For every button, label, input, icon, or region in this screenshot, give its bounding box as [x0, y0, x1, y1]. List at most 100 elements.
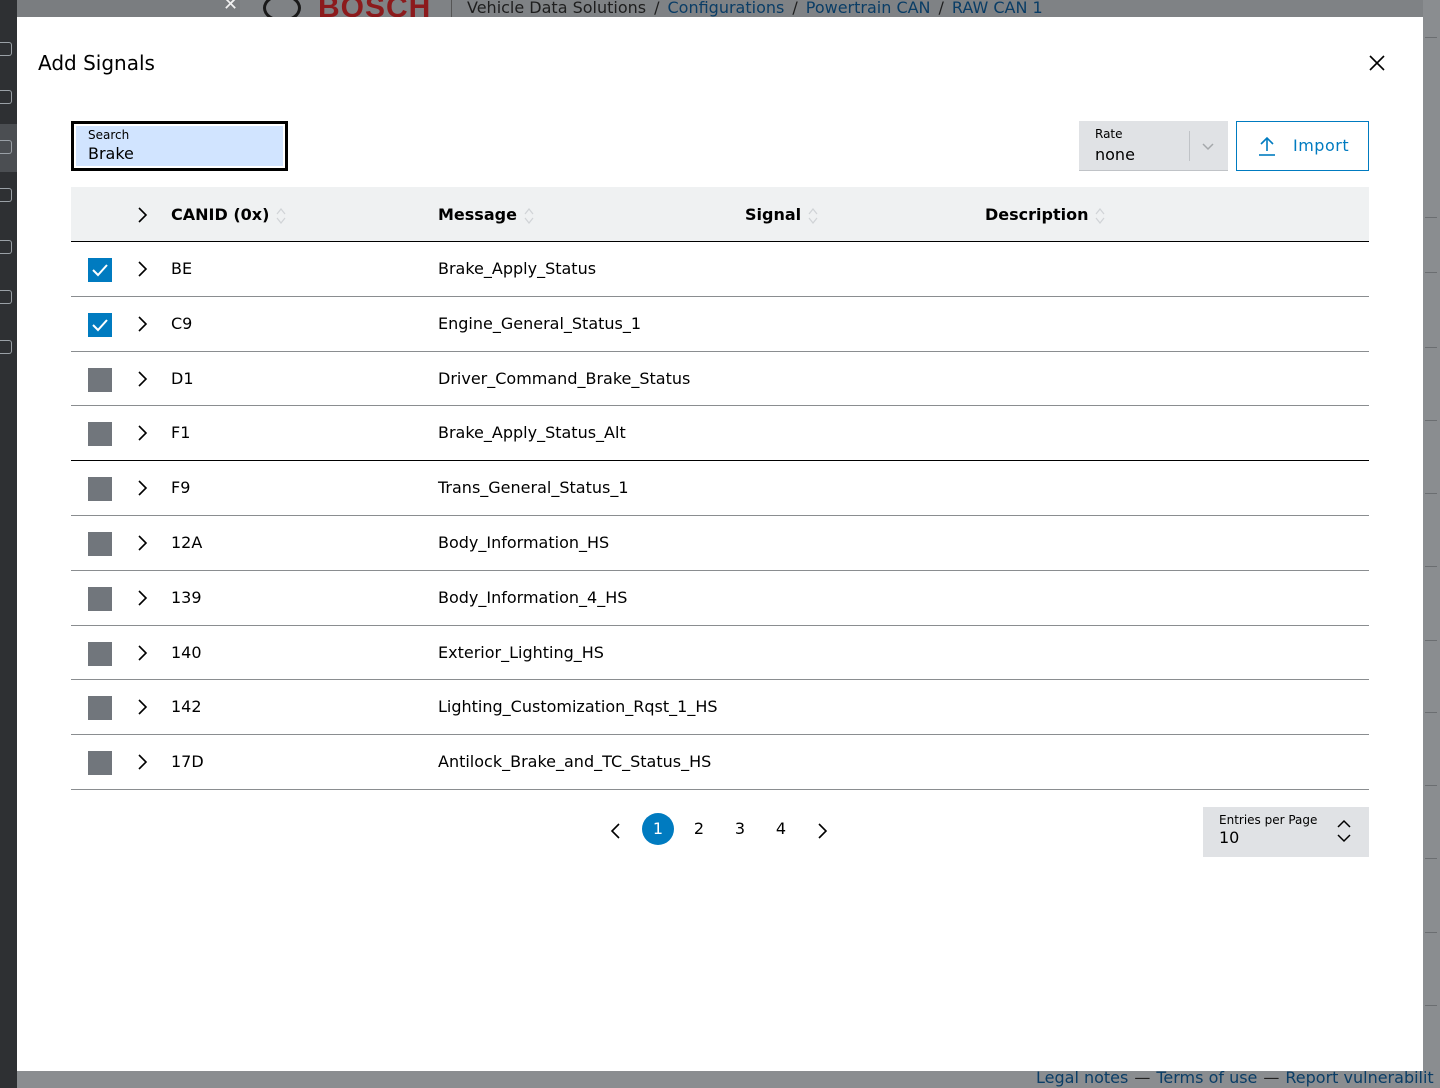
cell-message: Exterior_Lighting_HS	[438, 642, 604, 662]
table-row[interactable]: BE Brake_Apply_Status	[71, 242, 1369, 297]
cell-canid: 142	[171, 697, 202, 717]
cell-message: Engine_General_Status_1	[438, 313, 642, 333]
background-top-left: ✕	[17, 0, 240, 17]
cell-message: Driver_Command_Brake_Status	[438, 368, 691, 388]
column-header-canid[interactable]: CANID (0x)	[171, 205, 287, 226]
import-label: Import	[1293, 136, 1350, 155]
table-row[interactable]: F1 Brake_Apply_Status_Alt	[71, 406, 1369, 462]
chevron-right-icon[interactable]	[134, 644, 150, 662]
chevron-right-icon[interactable]	[134, 370, 150, 388]
chevron-right-icon[interactable]	[134, 698, 150, 716]
column-header-signal[interactable]: Signal	[745, 205, 819, 226]
checkbox-unchecked[interactable]	[88, 422, 112, 447]
rate-dropdown[interactable]: Rate none	[1079, 121, 1228, 171]
expand-all-chevron-right-icon[interactable]	[134, 206, 150, 224]
sort-icon	[524, 207, 534, 224]
checkbox-unchecked[interactable]	[88, 531, 112, 556]
cell-message: Body_Information_HS	[438, 532, 610, 552]
sort-icon	[808, 207, 818, 224]
close-icon: ✕	[223, 0, 239, 15]
cell-canid: F1	[171, 423, 191, 443]
cell-canid: 17D	[171, 752, 204, 772]
sort-icon	[276, 207, 286, 224]
page-button-2[interactable]: 2	[683, 813, 715, 845]
upload-icon	[1259, 136, 1275, 156]
cell-canid: BE	[171, 259, 193, 278]
chevron-right-icon[interactable]	[134, 424, 150, 442]
search-label: Search	[88, 128, 130, 142]
cell-canid: 12A	[171, 532, 203, 552]
close-icon[interactable]	[1363, 49, 1391, 77]
table-row[interactable]: 142 Lighting_Customization_Rqst_1_HS	[71, 680, 1369, 736]
background-right-edge	[1423, 0, 1440, 1088]
breadcrumb-link-raw-can[interactable]: RAW CAN 1	[952, 0, 1043, 17]
table-row[interactable]: 139 Body_Information_4_HS	[71, 570, 1369, 626]
search-field[interactable]: Search	[71, 121, 288, 171]
checkbox-checked[interactable]	[88, 312, 112, 337]
cell-message: Body_Information_4_HS	[438, 587, 628, 607]
checkbox-checked[interactable]	[88, 258, 112, 282]
car-icon	[0, 290, 12, 304]
page-button-1[interactable]: 1	[642, 813, 674, 845]
rate-value: none	[1095, 145, 1135, 164]
table-row[interactable]: F9 Trans_General_Status_1	[71, 461, 1369, 516]
checkmark-icon	[92, 319, 108, 332]
chevron-right-icon[interactable]	[134, 589, 150, 607]
breadcrumb: Vehicle Data Solutions / Configurations / Po…	[467, 0, 1043, 17]
breadcrumb-root: Vehicle Data Solutions	[467, 0, 647, 17]
cell-message: Brake_Apply_Status	[438, 259, 597, 278]
chevron-right-icon[interactable]	[813, 821, 831, 841]
search-input[interactable]	[88, 144, 268, 163]
cell-canid: F9	[171, 478, 191, 498]
cell-message: Lighting_Customization_Rqst_1_HS	[438, 697, 718, 717]
table-row[interactable]: D1 Driver_Command_Brake_Status	[71, 351, 1369, 407]
cell-canid: 140	[171, 642, 202, 662]
chevron-right-icon[interactable]	[134, 479, 150, 497]
background-sidebar	[0, 0, 17, 1088]
chevron-down-icon	[1202, 143, 1214, 151]
table-row[interactable]: 17D Antilock_Brake_and_TC_Status_HS	[71, 735, 1369, 790]
cell-canid: 139	[171, 587, 202, 607]
rate-label: Rate	[1095, 127, 1123, 141]
device-icon	[0, 240, 12, 254]
checkbox-unchecked[interactable]	[88, 367, 112, 392]
cell-message: Brake_Apply_Status_Alt	[438, 423, 626, 443]
checkbox-unchecked[interactable]	[88, 586, 112, 611]
chevron-left-icon[interactable]	[607, 821, 625, 841]
cell-canid: D1	[171, 368, 194, 388]
table-body: BE Brake_Apply_Status C9 Engine_General_Sta…	[71, 242, 1369, 790]
chevron-up-down-icon	[1337, 819, 1351, 843]
cell-message: Trans_General_Status_1	[438, 478, 629, 498]
breadcrumb-link-powertrain-can[interactable]: Powertrain CAN	[806, 0, 931, 17]
chevron-right-icon[interactable]	[134, 534, 150, 552]
table-row[interactable]: C9 Engine_General_Status_1	[71, 296, 1369, 352]
table-header: CANID (0x) Message Signal Description	[71, 187, 1369, 242]
entries-per-page-label: Entries per Page	[1219, 813, 1318, 827]
entries-per-page-select[interactable]: Entries per Page 10	[1203, 807, 1369, 857]
breadcrumb-link-configurations[interactable]: Configurations	[668, 0, 785, 17]
checkbox-unchecked[interactable]	[88, 751, 112, 776]
report-icon	[0, 340, 12, 354]
checkbox-unchecked[interactable]	[88, 641, 112, 666]
checkbox-unchecked[interactable]	[88, 477, 112, 502]
chevron-right-icon[interactable]	[134, 260, 150, 278]
chevron-right-icon[interactable]	[134, 753, 150, 771]
pen-icon	[0, 42, 12, 56]
lightning-icon	[0, 188, 12, 202]
import-button[interactable]: Import	[1236, 121, 1369, 171]
chart-icon	[0, 90, 12, 104]
column-header-message[interactable]: Message	[438, 205, 535, 226]
pagination: 1 2 3 4	[607, 813, 837, 849]
document-icon	[0, 140, 12, 154]
table-row[interactable]: 12A Body_Information_HS	[71, 515, 1369, 571]
checkbox-unchecked[interactable]	[88, 696, 112, 721]
add-signals-dialog: Add Signals Search Rate none Import CANI…	[17, 17, 1423, 1071]
header-divider	[451, 0, 452, 17]
column-header-description[interactable]: Description	[985, 205, 1106, 226]
table-row[interactable]: 140 Exterior_Lighting_HS	[71, 625, 1369, 681]
cell-canid: C9	[171, 313, 193, 333]
cell-message: Antilock_Brake_and_TC_Status_HS	[438, 752, 712, 772]
chevron-right-icon[interactable]	[134, 315, 150, 333]
page-button-3[interactable]: 3	[724, 813, 756, 845]
page-button-4[interactable]: 4	[765, 813, 797, 845]
